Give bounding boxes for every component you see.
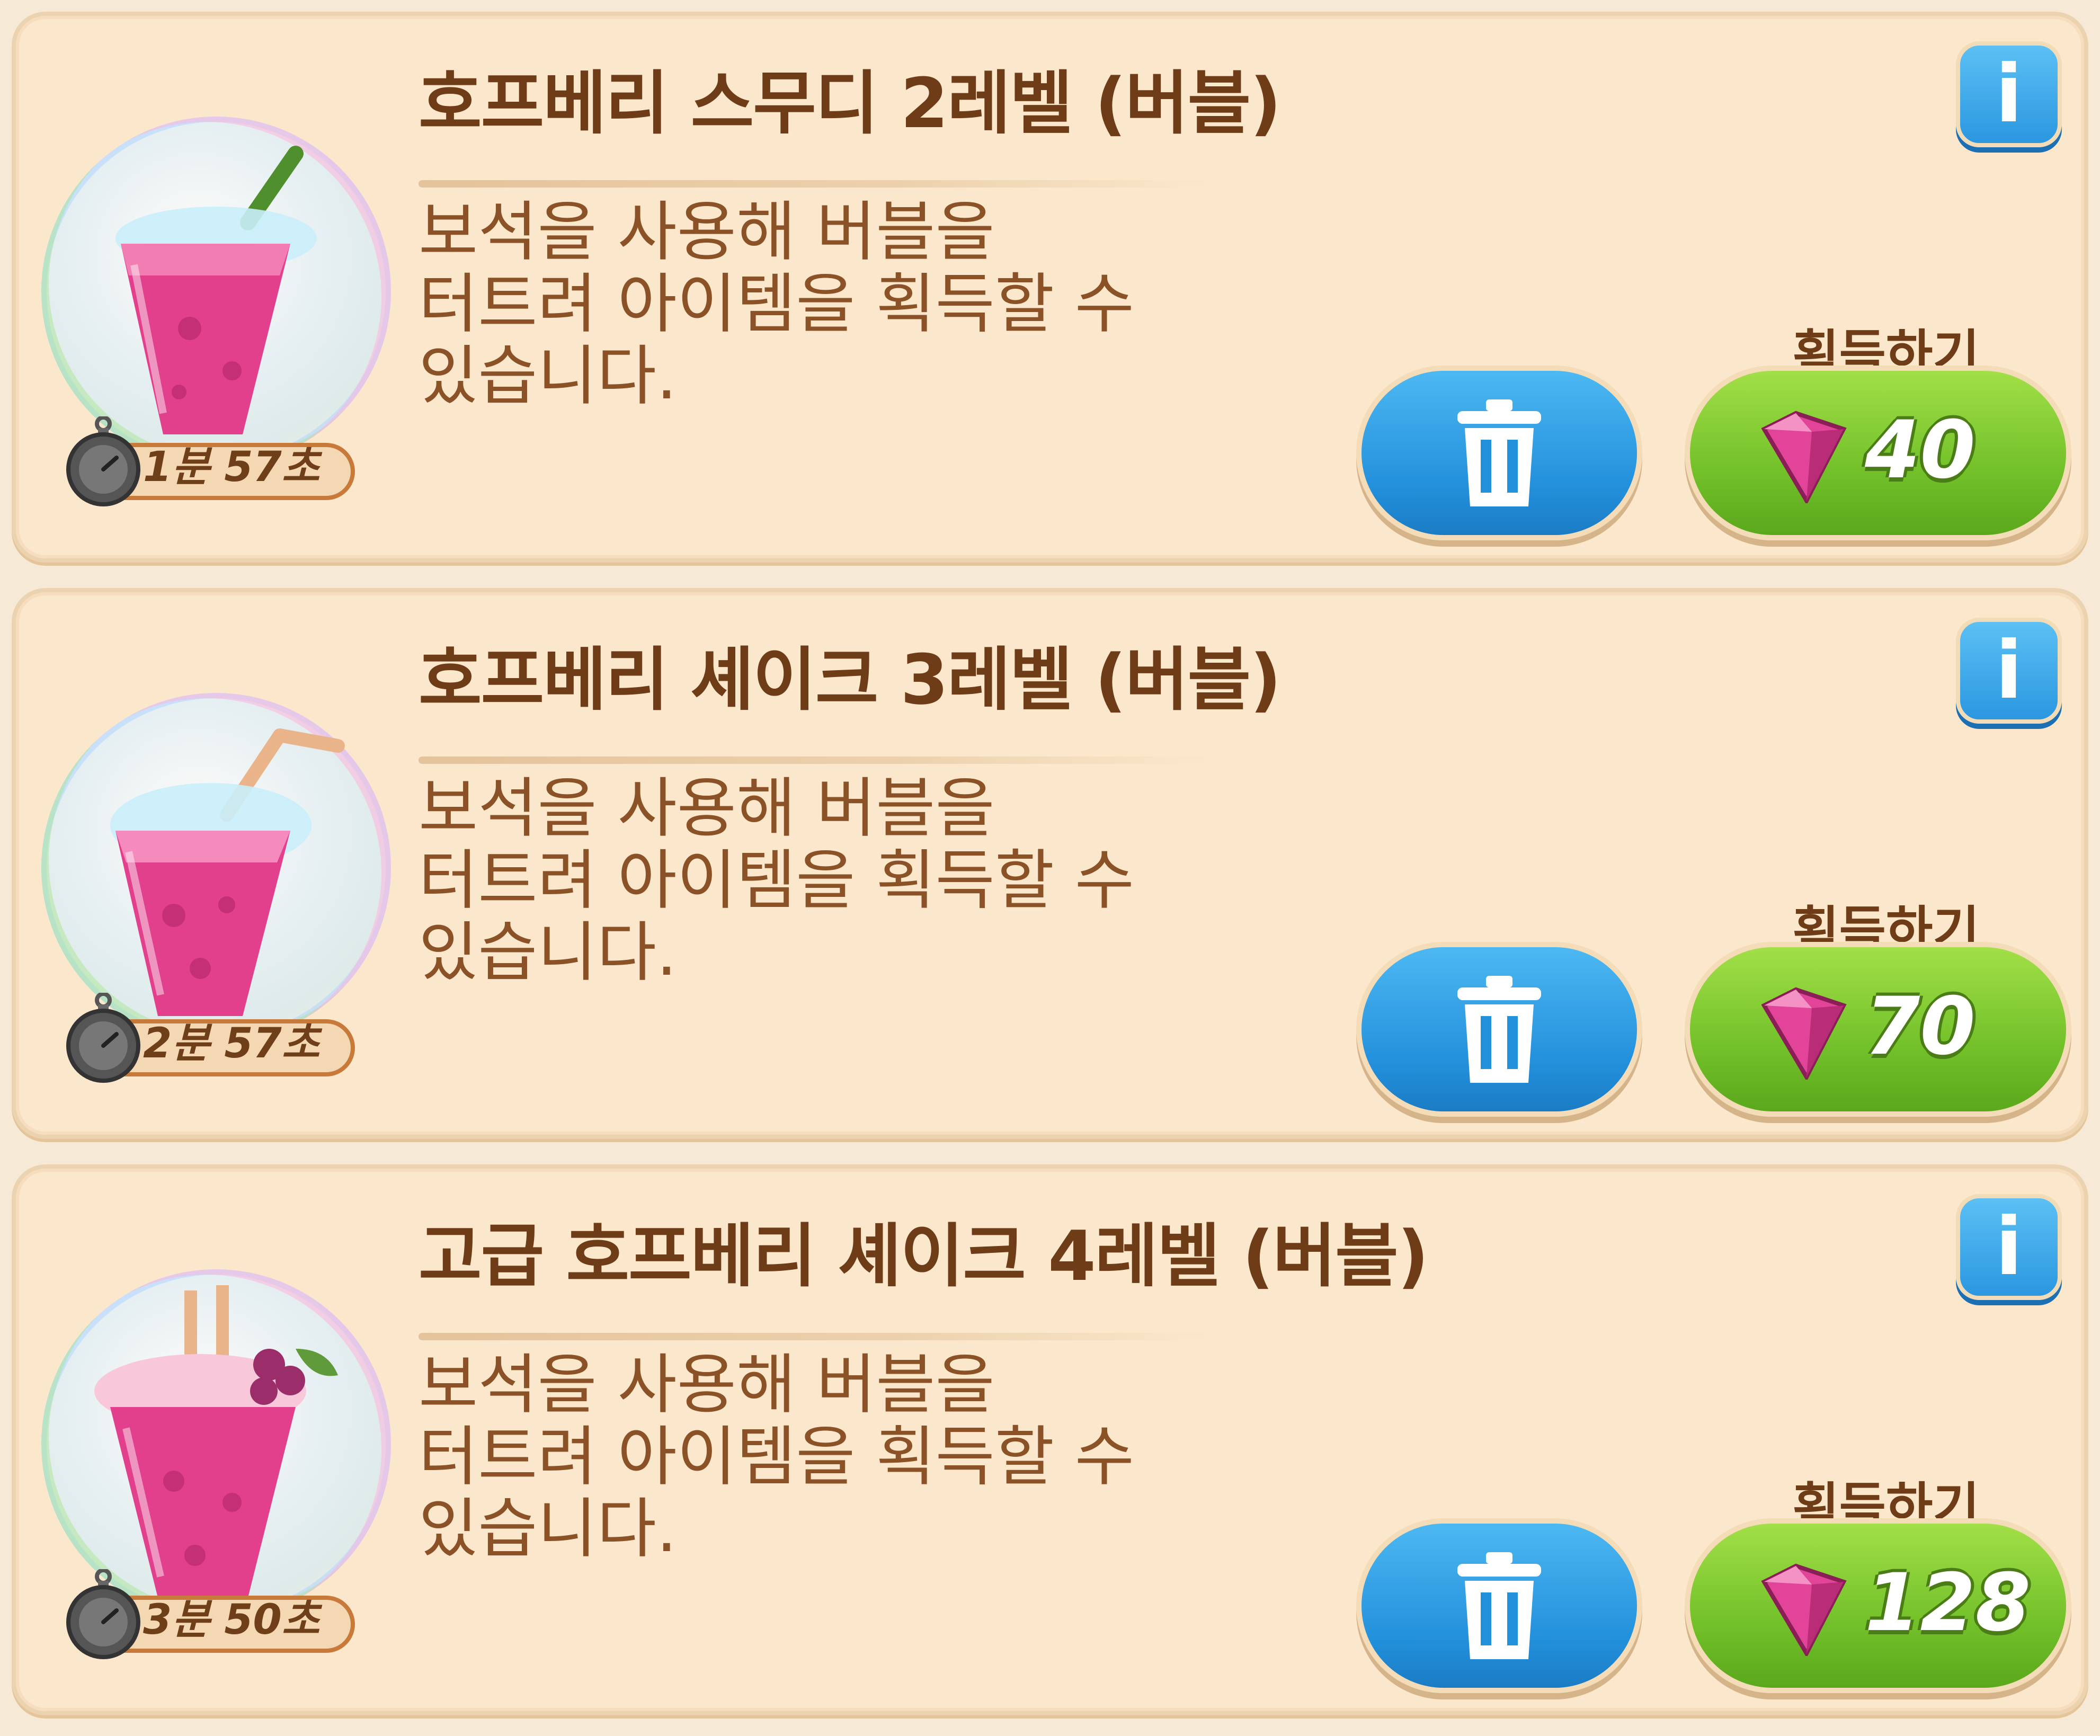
timer-text: 2분 57초 xyxy=(143,1020,320,1067)
info-button[interactable]: i xyxy=(1956,41,2062,147)
bubble-timer: 3분 50초 xyxy=(64,1569,360,1659)
smoothie-cup-icon xyxy=(41,117,391,466)
trash-icon xyxy=(1457,976,1541,1083)
title-divider xyxy=(419,1333,1213,1340)
gem-price: 40 xyxy=(1865,404,1976,496)
bubble-item-card: 2분 57초 호프베리 셰이크 3레벨 (버블) 보석을 사용해 버블을 터트려… xyxy=(12,588,2088,1139)
trash-icon xyxy=(1457,399,1541,506)
buy-with-gems-button[interactable]: 40 xyxy=(1685,366,2071,540)
bubble-item-card: 1분 57초 호프베리 스무디 2레벨 (버블) 보석을 사용해 버블을 터트려… xyxy=(12,12,2088,563)
trash-icon xyxy=(1457,1552,1541,1659)
gem-icon xyxy=(1761,987,1847,1080)
title-divider xyxy=(419,180,1213,188)
gem-icon xyxy=(1761,1563,1847,1656)
item-description: 보석을 사용해 버블을 터트려 아이템을 획득할 수 있습니다. xyxy=(419,771,1134,990)
gem-price: 70 xyxy=(1865,981,1976,1073)
info-icon: i xyxy=(1995,48,2023,140)
shake-cup-icon xyxy=(41,693,391,1043)
bubble-item-list: 1분 57초 호프베리 스무디 2레벨 (버블) 보석을 사용해 버블을 터트려… xyxy=(0,0,2100,1736)
gem-icon xyxy=(1761,411,1847,503)
info-button[interactable]: i xyxy=(1956,1194,2062,1300)
delete-button[interactable] xyxy=(1356,366,1642,540)
premium-shake-cup-icon xyxy=(41,1269,391,1619)
bubble-timer: 2분 57초 xyxy=(64,993,360,1083)
stopwatch-icon xyxy=(66,993,140,1083)
delete-button[interactable] xyxy=(1356,1518,1642,1693)
bubble-timer: 1분 57초 xyxy=(64,416,360,506)
item-description: 보석을 사용해 버블을 터트려 아이템을 획득할 수 있습니다. xyxy=(419,1347,1134,1566)
delete-button[interactable] xyxy=(1356,942,1642,1117)
gem-price: 128 xyxy=(1865,1557,2031,1649)
item-title: 고급 호프베리 셰이크 4레벨 (버블) xyxy=(419,1216,1429,1296)
buy-with-gems-button[interactable]: 128 xyxy=(1685,1518,2071,1693)
buy-with-gems-button[interactable]: 70 xyxy=(1685,942,2071,1117)
info-icon: i xyxy=(1995,625,2023,717)
timer-text: 1분 57초 xyxy=(143,443,320,491)
item-title: 호프베리 셰이크 3레벨 (버블) xyxy=(419,639,1282,720)
stopwatch-icon xyxy=(66,416,140,506)
stopwatch-icon xyxy=(66,1569,140,1659)
item-title: 호프베리 스무디 2레벨 (버블) xyxy=(419,63,1282,144)
title-divider xyxy=(419,756,1213,764)
item-description: 보석을 사용해 버블을 터트려 아이템을 획득할 수 있습니다. xyxy=(419,194,1134,414)
info-button[interactable]: i xyxy=(1956,618,2062,724)
info-icon: i xyxy=(1995,1201,2023,1293)
timer-text: 3분 50초 xyxy=(143,1596,320,1644)
bubble-item-card: 3분 50초 고급 호프베리 셰이크 4레벨 (버블) 보석을 사용해 버블을 … xyxy=(12,1164,2088,1715)
